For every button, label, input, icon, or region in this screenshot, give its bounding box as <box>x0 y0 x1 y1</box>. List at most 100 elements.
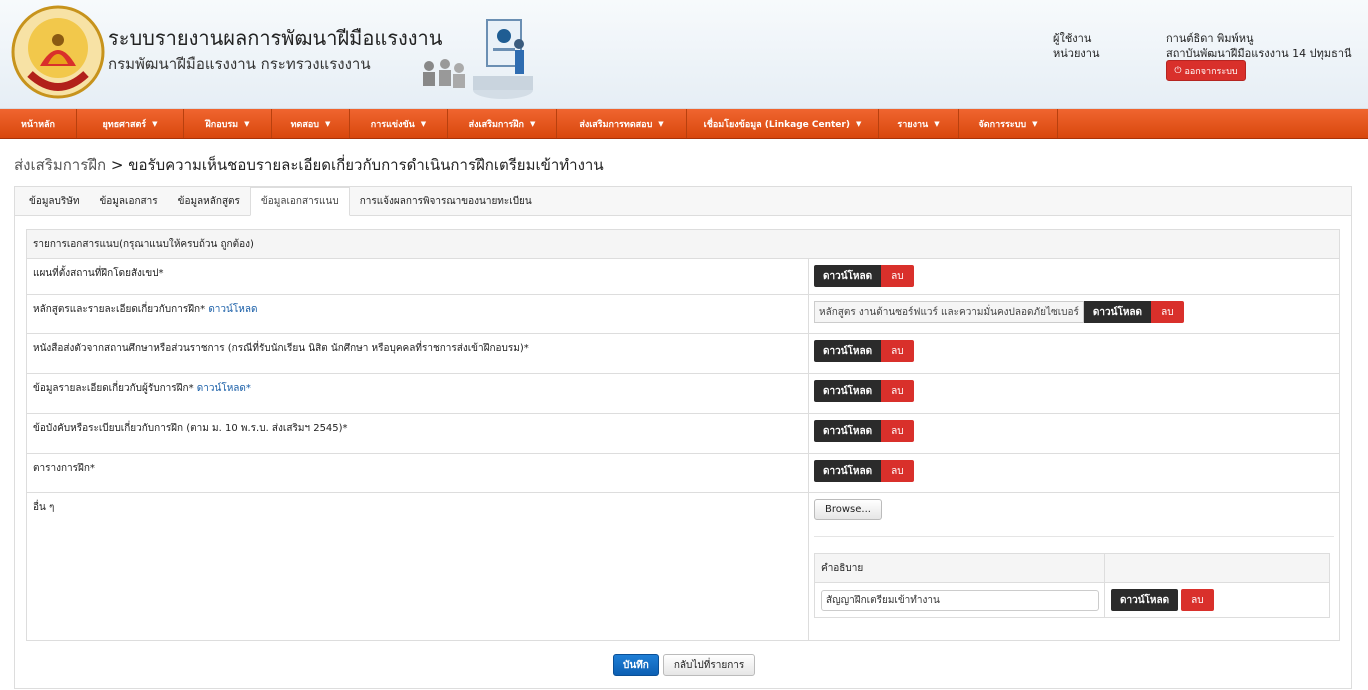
download-button[interactable]: ดาวน์โหลด <box>1083 301 1152 323</box>
nav-label: การแข่งขัน <box>370 119 415 130</box>
tab-label: การแจ้งผลการพิจารณาของนายทะเบียน <box>359 195 532 207</box>
nav-label: หน้าหลัก <box>20 119 56 130</box>
presentation-illustration-icon <box>423 19 533 99</box>
nav-label: เชื่อมโยงข้อมูล (Linkage Center) <box>703 119 850 130</box>
delete-button[interactable]: ลบ <box>881 460 914 482</box>
delete-button[interactable]: ลบ <box>881 340 914 362</box>
nav-item-training[interactable]: ฝึกอบรม ▼ <box>184 109 272 138</box>
row-label: ข้อบังคับหรือระเบียบเกี่ยวกับการฝึก (ตาม… <box>27 414 809 453</box>
tab-document-info[interactable]: ข้อมูลเอกสาร <box>89 187 167 215</box>
unit-label: หน่วยงาน <box>1053 47 1100 60</box>
row-label-text: ตารางการฝึก* <box>33 463 95 474</box>
description-table-header: คำอธิบาย <box>815 554 1329 583</box>
delete-button[interactable]: ลบ <box>1151 301 1184 323</box>
nav-item-testing-promotion[interactable]: ส่งเสริมการทดสอบ ▼ <box>557 109 687 138</box>
delete-button[interactable]: ลบ <box>1181 589 1214 611</box>
tab-label: ข้อมูลหลักสูตร <box>177 195 240 207</box>
tab-course-info[interactable]: ข้อมูลหลักสูตร <box>168 187 250 215</box>
nav-label: ทดสอบ <box>290 119 319 130</box>
nav-item-testing[interactable]: ทดสอบ ▼ <box>272 109 350 138</box>
delete-button[interactable]: ลบ <box>881 265 914 287</box>
row-label-text: ข้อบังคับหรือระเบียบเกี่ยวกับการฝึก (ตาม… <box>33 423 348 434</box>
description-table: คำอธิบาย ดาวน์โหลด ลบ <box>814 553 1330 618</box>
table-row: ข้อบังคับหรือระเบียบเกี่ยวกับการฝึก (ตาม… <box>27 413 1339 453</box>
row-controls: หลักสูตร งานด้านซอร์ฟแวร์ และความมั่นคงป… <box>809 295 1339 333</box>
nav-item-linkage-center[interactable]: เชื่อมโยงข้อมูล (Linkage Center) ▼ <box>687 109 879 138</box>
table-row: หลักสูตรและรายละเอียดเกี่ยวกับการฝึก* ดา… <box>27 294 1339 333</box>
file-actions: ดาวน์โหลด ลบ <box>814 460 914 482</box>
table-row: แผนที่ตั้งสถานที่ฝึกโดยสังเขป* ดาวน์โหลด… <box>27 258 1339 294</box>
download-button[interactable]: ดาวน์โหลด <box>814 340 882 362</box>
tab-company-info[interactable]: ข้อมูลบริษัท <box>19 187 89 215</box>
row-controls: ดาวน์โหลด ลบ <box>809 454 1339 492</box>
table-row: หนังสือส่งตัวจากสถานศึกษาหรือส่วนราชการ … <box>27 333 1339 373</box>
form-actions: บันทึก กลับไปที่รายการ <box>613 654 756 676</box>
logout-label: ออกจากระบบ <box>1184 66 1238 77</box>
description-input[interactable] <box>821 589 1099 611</box>
tab-label: ข้อมูลเอกสารแนบ <box>260 196 339 207</box>
row-label: หนังสือส่งตัวจากสถานศึกษาหรือส่วนราชการ … <box>27 334 809 373</box>
chevron-down-icon: ▼ <box>855 119 862 128</box>
department-logo <box>11 5 105 99</box>
chevron-down-icon: ▼ <box>325 119 331 128</box>
row-label: อื่น ๆ <box>27 493 809 640</box>
row-label: หลักสูตรและรายละเอียดเกี่ยวกับการฝึก* ดา… <box>27 295 809 333</box>
download-button[interactable]: ดาวน์โหลด <box>814 460 882 482</box>
site-header: ระบบรายงานผลการพัฒนาฝีมือแรงงาน กรมพัฒนา… <box>0 0 1368 109</box>
attachments-header-label: รายการเอกสารแนบ(กรุณาแนบให้ครบถ้วน ถูกต้… <box>33 238 254 250</box>
description-cell <box>815 583 1105 617</box>
tab-registrar-result[interactable]: การแจ้งผลการพิจารณาของนายทะเบียน <box>350 187 542 215</box>
file-actions: ดาวน์โหลด ลบ <box>814 420 914 442</box>
delete-button[interactable]: ลบ <box>881 420 914 442</box>
logout-button[interactable]: ⏻ ออกจากระบบ <box>1166 60 1246 81</box>
main-nav: หน้าหลัก ยุทธศาสตร์ ▼ ฝึกอบรม ▼ ทดสอบ ▼ การ… <box>0 109 1368 139</box>
template-download-link[interactable]: ดาวน์โหลด <box>208 304 257 315</box>
nav-label: จัดการระบบ <box>978 119 1027 130</box>
attachments-table-header: รายการเอกสารแนบ(กรุณาแนบให้ครบถ้วน ถูกต้… <box>27 230 1339 258</box>
nav-label: ส่งเสริมการทดสอบ <box>579 119 653 130</box>
row-label-text: ข้อมูลรายละเอียดเกี่ยวกับผู้รับการฝึก* <box>33 383 194 394</box>
uploaded-file-name: หลักสูตร งานด้านซอร์ฟแวร์ และความมั่นคงป… <box>814 301 1084 323</box>
nav-item-strategy[interactable]: ยุทธศาสตร์ ▼ <box>77 109 184 138</box>
breadcrumb: ส่งเสริมการฝึก > ขอรับความเห็นชอบรายละเอ… <box>14 153 604 177</box>
row-label-text: หลักสูตรและรายละเอียดเกี่ยวกับการฝึก* <box>33 304 206 315</box>
tab-attachments[interactable]: ข้อมูลเอกสารแนบ <box>249 187 350 216</box>
nav-item-training-promotion[interactable]: ส่งเสริมการฝึก ▼ <box>448 109 557 138</box>
nav-item-reports[interactable]: รายงาน ▼ <box>879 109 959 138</box>
breadcrumb-separator: > <box>110 156 124 174</box>
chevron-down-icon: ▼ <box>658 119 664 128</box>
delete-button[interactable]: ลบ <box>881 380 914 402</box>
row-controls: ดาวน์โหลด ลบ <box>809 259 1339 294</box>
row-label-text: หนังสือส่งตัวจากสถานศึกษาหรือส่วนราชการ … <box>33 343 529 354</box>
breadcrumb-parent[interactable]: ส่งเสริมการฝึก <box>14 156 106 174</box>
form-panel: ข้อมูลบริษัท ข้อมูลเอกสาร ข้อมูลหลักสูตร… <box>14 186 1352 689</box>
tab-label: ข้อมูลบริษัท <box>29 195 80 207</box>
power-icon: ⏻ <box>1174 65 1182 76</box>
nav-label: ส่งเสริมการฝึก <box>468 119 524 130</box>
nav-label: ฝึกอบรม <box>205 119 239 130</box>
download-button[interactable]: ดาวน์โหลด <box>814 265 882 287</box>
description-actions: ดาวน์โหลด ลบ <box>1105 589 1214 611</box>
download-button[interactable]: ดาวน์โหลด <box>1111 589 1179 611</box>
nav-item-competition[interactable]: การแข่งขัน ▼ <box>350 109 448 138</box>
download-button[interactable]: ดาวน์โหลด <box>814 420 882 442</box>
site-title: ระบบรายงานผลการพัฒนาฝีมือแรงงาน <box>108 26 443 50</box>
browse-button[interactable]: Browse... <box>814 499 882 520</box>
nav-label: ยุทธศาสตร์ <box>102 119 147 130</box>
nav-item-system-admin[interactable]: จัดการระบบ ▼ <box>959 109 1058 138</box>
chevron-down-icon: ▼ <box>244 119 250 128</box>
nav-item-home[interactable]: หน้าหลัก <box>0 109 77 138</box>
save-button[interactable]: บันทึก <box>613 654 659 676</box>
description-row: ดาวน์โหลด ลบ <box>815 583 1329 617</box>
template-download-link[interactable]: ดาวน์โหลด* <box>197 383 251 394</box>
row-controls: ดาวน์โหลด ลบ <box>809 374 1339 413</box>
divider <box>814 536 1334 537</box>
download-button[interactable]: ดาวน์โหลด <box>814 380 882 402</box>
attachments-table: รายการเอกสารแนบ(กรุณาแนบให้ครบถ้วน ถูกต้… <box>26 229 1340 641</box>
row-label-text: อื่น ๆ <box>33 502 55 513</box>
table-row-other: อื่น ๆ Browse... คำอธิบาย ดาวน์โหลด ลบ <box>27 492 1339 640</box>
page-title: ขอรับความเห็นชอบรายละเอียดเกี่ยวกับการดำ… <box>128 156 604 174</box>
row-controls: ดาวน์โหลด ลบ <box>809 414 1339 453</box>
file-actions: ดาวน์โหลด ลบ <box>814 340 914 362</box>
back-to-list-button[interactable]: กลับไปที่รายการ <box>662 654 756 676</box>
